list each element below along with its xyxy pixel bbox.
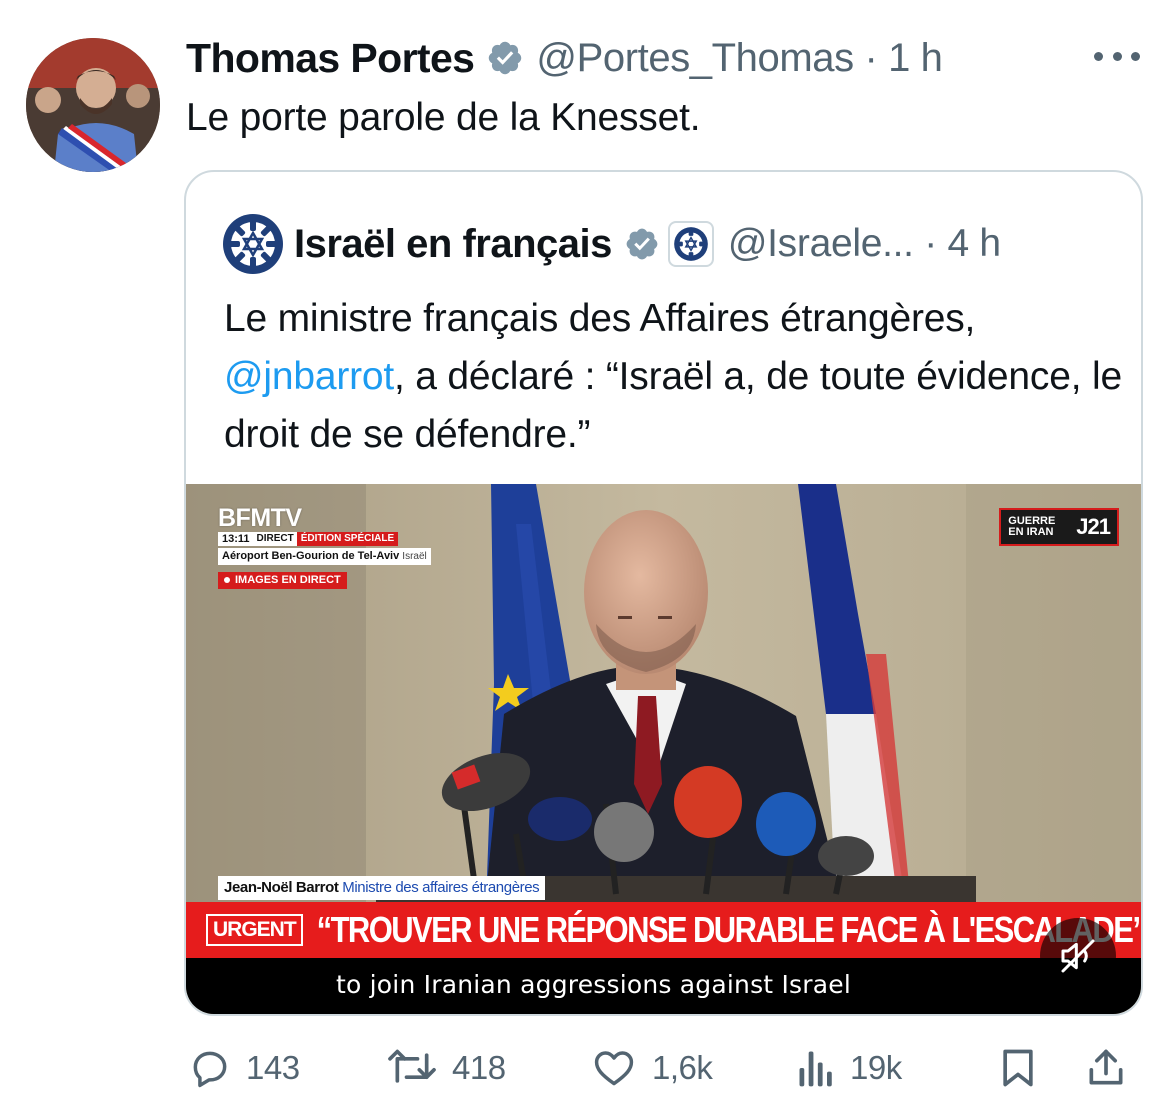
bookmark-button[interactable] xyxy=(996,1040,1040,1096)
action-bar: 143 418 1,6k 19k xyxy=(0,1040,1170,1096)
mute-icon[interactable] xyxy=(1040,918,1116,994)
headline: “TROUVER UNE RÉPONSE DURABLE FACE À L'ES… xyxy=(316,908,1141,951)
affiliate-logo-icon xyxy=(667,221,714,267)
quoted-author-name[interactable]: Israël en français xyxy=(294,222,612,267)
like-count: 1,6k xyxy=(652,1049,713,1086)
person-name: Jean-Noël Barrot xyxy=(224,879,339,896)
views-button[interactable]: 19k xyxy=(796,1040,902,1096)
more-icon[interactable] xyxy=(1094,36,1140,76)
tweet-header: Thomas Portes @Portes_Thomas · 1 h xyxy=(186,32,943,84)
quoted-text-before: Le ministre français des Affaires étrang… xyxy=(224,297,976,340)
views-icon xyxy=(799,1051,832,1087)
repost-count: 418 xyxy=(452,1049,506,1086)
corner-badge: GUERRE EN IRAN J21 xyxy=(999,508,1119,546)
mention-link[interactable]: @jnbarrot xyxy=(224,355,394,398)
israel-logo-icon xyxy=(223,214,283,274)
location-country: Israël xyxy=(402,551,427,562)
views-count: 19k xyxy=(850,1049,902,1086)
reply-icon xyxy=(193,1051,227,1088)
urgent-tag: URGENT xyxy=(206,914,303,946)
reply-button[interactable]: 143 xyxy=(188,1040,300,1096)
verified-badge-icon xyxy=(489,41,522,75)
verified-badge-icon xyxy=(626,228,658,260)
broadcast-edition: ÉDITION SPÉCIALE xyxy=(296,532,399,546)
subtitle: to join Iranian aggressions against Isra… xyxy=(336,970,851,999)
author-handle-time[interactable]: @Portes_Thomas · 1 h xyxy=(536,36,943,81)
quoted-handle-time[interactable]: @Israele... · 4 h xyxy=(728,222,1001,266)
quoted-text: Le ministre français des Affaires étrang… xyxy=(224,290,1124,464)
video-player[interactable]: BFMTV 13:11 DIRECT ÉDITION SPÉCIALE Aéro… xyxy=(186,484,1141,1014)
corner-badge-label: GUERRE EN IRAN xyxy=(1008,515,1056,538)
repost-icon xyxy=(388,1049,436,1083)
author-name[interactable]: Thomas Portes xyxy=(186,35,475,82)
share-icon xyxy=(1089,1049,1123,1085)
live-badge-label: IMAGES EN DIRECT xyxy=(235,574,341,586)
repost-button[interactable]: 418 xyxy=(386,1040,506,1096)
tweet-text: Le porte parole de la Knesset. xyxy=(186,96,701,139)
share-button[interactable] xyxy=(1084,1040,1128,1096)
corner-badge-day: J21 xyxy=(1076,514,1111,539)
like-icon xyxy=(594,1051,634,1086)
quoted-header: Israël en français @Israele... · 4 h xyxy=(222,214,1001,274)
broadcast-direct: DIRECT xyxy=(253,532,297,546)
live-badge: IMAGES EN DIRECT xyxy=(218,572,347,589)
location-label: Aéroport Ben-Gourion de Tel-Aviv xyxy=(222,550,400,562)
author-avatar[interactable] xyxy=(26,38,160,172)
quoted-tweet[interactable]: Israël en français @Israele... · 4 h Le … xyxy=(184,170,1143,1016)
like-button[interactable]: 1,6k xyxy=(590,1040,713,1096)
person-role: Ministre des affaires étrangères xyxy=(342,879,540,896)
lower-third-nameplate: Jean-Noël Barrot Ministre des affaires é… xyxy=(218,876,546,900)
broadcast-location: Aéroport Ben-Gourion de Tel-Aviv Israël xyxy=(218,548,431,565)
bookmark-icon xyxy=(1003,1049,1033,1087)
subtitle-bar: to join Iranian aggressions against Isra… xyxy=(186,958,1141,1014)
broadcast-info: 13:11 DIRECT ÉDITION SPÉCIALE xyxy=(218,532,399,546)
urgent-bar: URGENT “TROUVER UNE RÉPONSE DURABLE FACE… xyxy=(186,902,1141,958)
reply-count: 143 xyxy=(246,1049,300,1086)
channel-logo: BFMTV xyxy=(218,504,302,532)
broadcast-time: 13:11 xyxy=(218,532,254,546)
